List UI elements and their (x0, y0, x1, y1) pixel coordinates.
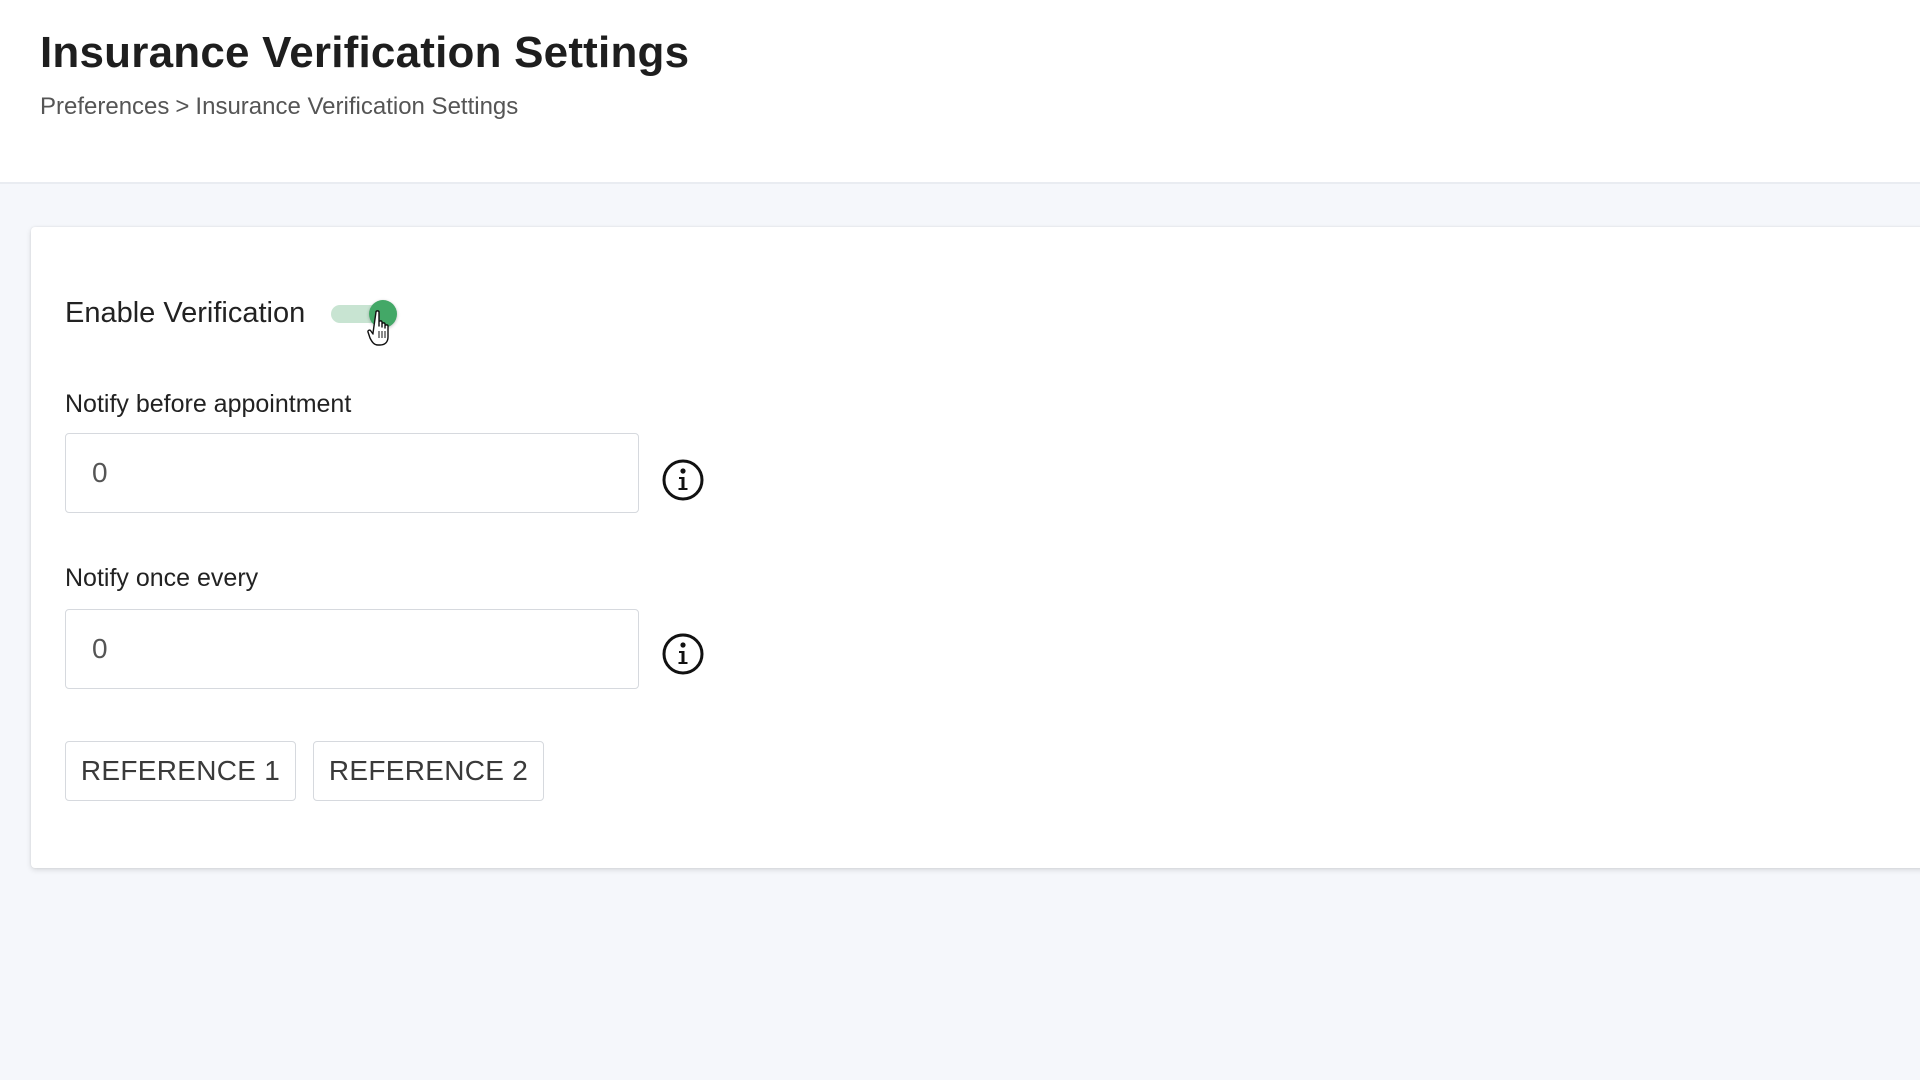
breadcrumb-separator: > (175, 93, 190, 120)
settings-card: Enable Verification Notify before appoin… (31, 227, 1920, 868)
enable-verification-row: Enable Verification (65, 293, 399, 346)
notify-every-input[interactable] (65, 609, 639, 689)
notify-before-info-icon[interactable] (661, 458, 705, 502)
notify-every-info-icon[interactable] (661, 632, 705, 676)
toggle-thumb[interactable] (369, 300, 398, 328)
notify-before-label: Notify before appointment (65, 390, 352, 418)
breadcrumb-current: Insurance Verification Settings (195, 93, 519, 120)
reference-1-button[interactable]: REFERENCE 1 (65, 741, 296, 801)
reference-2-button[interactable]: REFERENCE 2 (313, 741, 544, 801)
notify-every-label: Notify once every (65, 564, 259, 592)
page-title: Insurance Verification Settings (40, 28, 690, 77)
enable-verification-toggle[interactable] (329, 295, 399, 346)
page-header: Insurance Verification Settings Preferen… (0, 0, 1920, 184)
enable-verification-label: Enable Verification (65, 296, 306, 329)
breadcrumb: Preferences > Insurance Verification Setti… (40, 93, 518, 121)
notify-before-input[interactable] (65, 433, 639, 513)
breadcrumb-preferences-link[interactable]: Preferences (40, 93, 169, 120)
